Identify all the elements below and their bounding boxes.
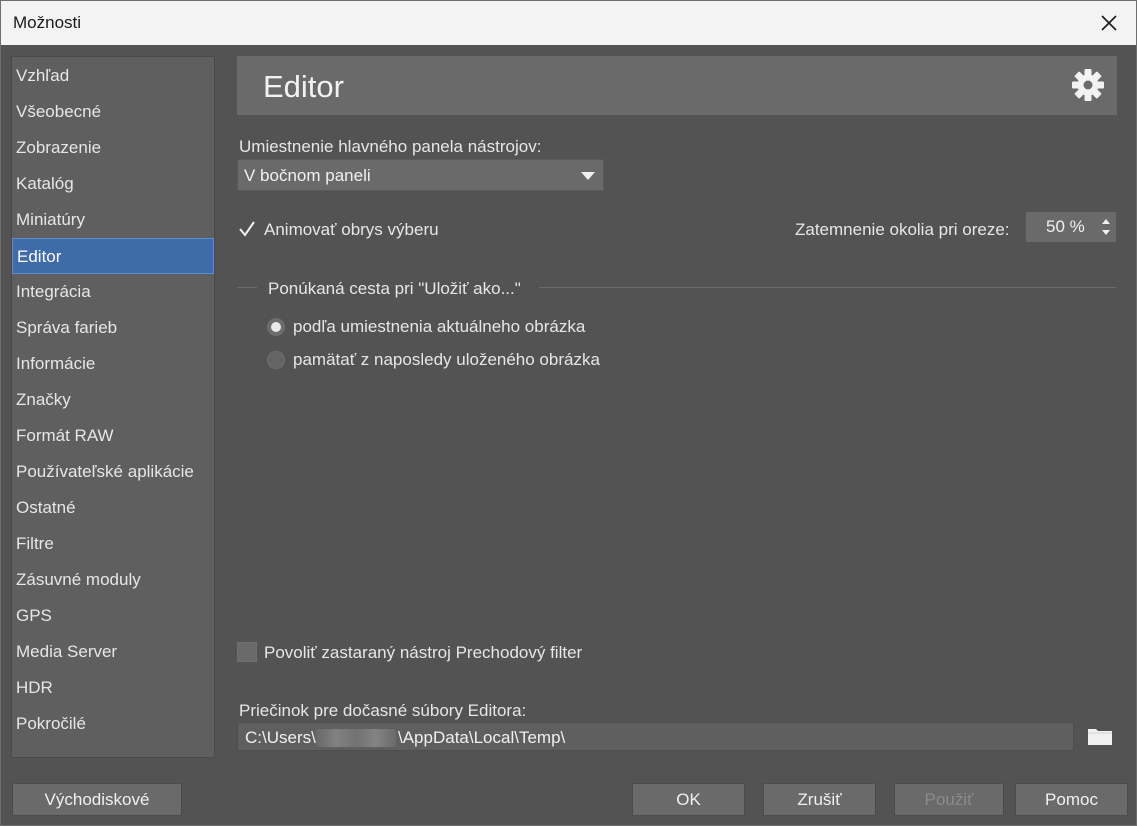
sidebar-item-sprava-farieb[interactable]: Správa farieb (12, 310, 214, 346)
category-list: Vzhľad Všeobecné Zobrazenie Katalóg Miniatúr… (11, 56, 215, 758)
sidebar-item-integracia[interactable]: Integrácia (12, 274, 214, 310)
checkmark-icon (239, 221, 255, 237)
crop-dimming-value: 50 % (1046, 217, 1085, 236)
temp-folder-path-end: \AppData\Local\Temp\ (398, 728, 566, 747)
spin-up-icon[interactable] (1102, 219, 1110, 224)
save-as-radio-current[interactable] (267, 318, 285, 336)
sidebar-item-format-raw[interactable]: Formát RAW (12, 418, 214, 454)
animate-selection-label: Animovať obrys výberu (264, 220, 439, 239)
sidebar-item-media-server[interactable]: Media Server (12, 634, 214, 670)
temp-folder-input[interactable]: C:\Users\ \AppData\Local\Temp\ (237, 722, 1074, 751)
defaults-button[interactable]: Východiskové (12, 783, 182, 816)
crop-dimming-spinner[interactable]: 50 % (1026, 212, 1116, 242)
save-as-option-current-label: podľa umiestnenia aktuálneho obrázka (293, 317, 586, 336)
sidebar-item-miniatury[interactable]: Miniatúry (12, 202, 214, 238)
sidebar-item-katalog[interactable]: Katalóg (12, 166, 214, 202)
legacy-filter-label: Povoliť zastaraný nástroj Prechodový fil… (264, 643, 583, 662)
sidebar-item-pouzivatelske-aplikacie[interactable]: Používateľské aplikácie (12, 454, 214, 490)
cancel-button[interactable]: Zrušiť (763, 783, 876, 816)
sidebar-item-informacie[interactable]: Informácie (12, 346, 214, 382)
window-title: Možnosti (13, 13, 82, 32)
group-divider-right (539, 287, 1116, 288)
close-button[interactable] (1082, 1, 1136, 45)
sidebar-item-vseobecne[interactable]: Všeobecné (12, 94, 214, 130)
page-title: Editor (263, 69, 344, 104)
save-as-radio-last[interactable] (267, 351, 285, 369)
legacy-filter-checkbox[interactable] (237, 642, 257, 662)
sidebar-item-gps[interactable]: GPS (12, 598, 214, 634)
temp-folder-label: Priečinok pre dočasné súbory Editora: (239, 701, 527, 720)
sidebar-item-pokrocile[interactable]: Pokročilé (12, 706, 214, 742)
temp-folder-path-start: C:\Users\ (245, 728, 316, 747)
sidebar-item-zasuvne-moduly[interactable]: Zásuvné moduly (12, 562, 214, 598)
sidebar-item-filtre[interactable]: Filtre (12, 526, 214, 562)
page-header: Editor (237, 56, 1117, 115)
sidebar-item-ostatne[interactable]: Ostatné (12, 490, 214, 526)
sidebar-item-zobrazenie[interactable]: Zobrazenie (12, 130, 214, 166)
ok-button[interactable]: OK (632, 783, 745, 816)
folder-icon[interactable] (1087, 726, 1113, 746)
sidebar-item-editor[interactable]: Editor (12, 238, 214, 274)
title-bar: Možnosti (1, 1, 1136, 45)
crop-dimming-label: Zatemnenie okolia pri oreze: (795, 220, 1010, 239)
spin-down-icon[interactable] (1102, 230, 1110, 235)
sidebar-item-znacky[interactable]: Značky (12, 382, 214, 418)
options-dialog: Možnosti Vzhľad Všeobecné Zobrazenie Kataló… (0, 0, 1137, 826)
gear-icon (1072, 69, 1104, 101)
apply-button[interactable]: Použiť (894, 783, 1004, 816)
save-as-option-last-label: pamätať z naposledy uloženého obrázka (293, 350, 600, 369)
sidebar-item-hdr[interactable]: HDR (12, 670, 214, 706)
sidebar-item-vzhlad[interactable]: Vzhľad (12, 58, 214, 94)
close-icon (1101, 15, 1117, 31)
save-as-group-legend: Ponúkaná cesta pri "Uložiť ako..." (268, 279, 521, 298)
chevron-down-icon (581, 172, 595, 180)
toolbar-position-label: Umiestnenie hlavného panela nástrojov: (239, 137, 542, 156)
help-button[interactable]: Pomoc (1015, 783, 1128, 816)
group-divider-left (237, 287, 257, 288)
toolbar-position-value: V bočnom paneli (244, 166, 371, 185)
redacted-username (316, 729, 396, 747)
animate-selection-checkbox[interactable] (237, 219, 257, 239)
toolbar-position-select[interactable]: V bočnom paneli (237, 159, 604, 191)
